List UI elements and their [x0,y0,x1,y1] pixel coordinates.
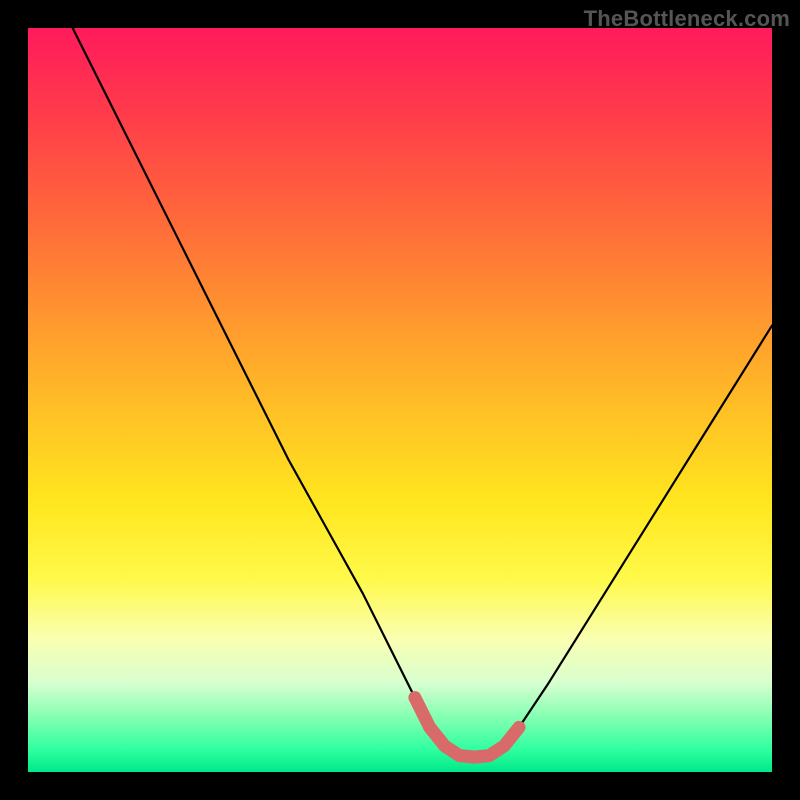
optimal-band-path [415,698,519,758]
chart-frame: TheBottleneck.com [0,0,800,800]
bottleneck-curve-path [28,0,772,757]
chart-svg [28,28,772,772]
watermark-text: TheBottleneck.com [584,6,790,32]
chart-plot-area [28,28,772,772]
